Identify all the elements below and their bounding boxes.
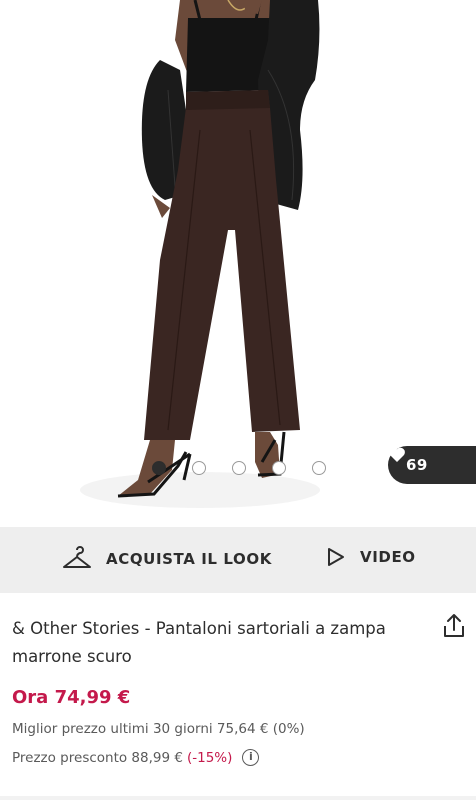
original-price: Prezzo presconto 88,99 € xyxy=(12,749,183,766)
info-icon[interactable]: i xyxy=(242,749,260,766)
video-button[interactable]: VIDEO xyxy=(326,546,416,568)
carousel-dot[interactable] xyxy=(152,461,166,475)
share-button[interactable] xyxy=(442,613,466,639)
share-icon xyxy=(444,614,464,637)
carousel-dot[interactable] xyxy=(232,461,246,475)
discount-percent: (-15%) xyxy=(186,749,233,766)
original-price-row: Prezzo presconto 88,99 € (-15%) i xyxy=(12,749,260,766)
action-bar: ACQUISTA IL LOOK VIDEO xyxy=(0,527,476,593)
best-price-30-days: Miglior prezzo ultimi 30 giorni 75,64 € … xyxy=(12,721,305,737)
play-icon xyxy=(328,548,344,566)
shop-the-look-label: ACQUISTA IL LOOK xyxy=(106,550,272,568)
save-count-button[interactable]: 69 xyxy=(388,446,476,484)
product-title: & Other Stories - Pantaloni sartoriali a… xyxy=(12,619,386,666)
carousel-dot[interactable] xyxy=(312,461,326,475)
likes-count: 69 xyxy=(406,456,428,474)
product-info: & Other Stories - Pantaloni sartoriali a… xyxy=(0,593,476,800)
hanger-icon xyxy=(63,546,91,568)
divider xyxy=(0,796,476,800)
carousel-dot[interactable] xyxy=(272,461,286,475)
heart-icon xyxy=(389,447,405,462)
product-image[interactable]: 69 xyxy=(0,0,476,527)
video-label: VIDEO xyxy=(360,548,416,566)
current-price: Ora 74,99 € xyxy=(12,687,131,708)
carousel-dots xyxy=(152,461,332,477)
carousel-dot[interactable] xyxy=(192,461,206,475)
shop-the-look-button[interactable]: ACQUISTA IL LOOK xyxy=(62,546,272,572)
